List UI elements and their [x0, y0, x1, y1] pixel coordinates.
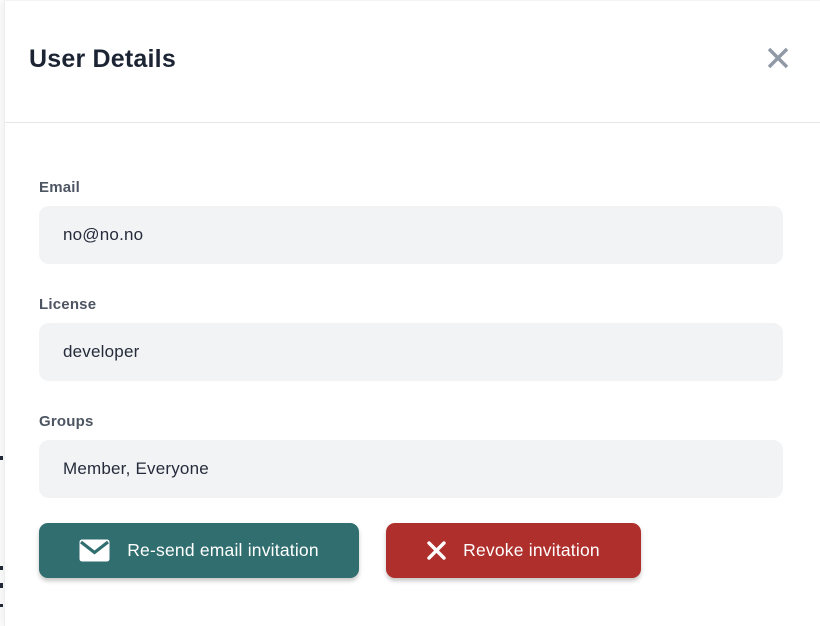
x-icon — [427, 541, 446, 560]
license-field[interactable]: developer — [39, 323, 783, 381]
modal-body: Email no@no.no License developer Groups … — [5, 123, 820, 578]
modal-header: User Details — [5, 1, 820, 123]
groups-field-group: Groups Member, Everyone — [39, 413, 786, 498]
groups-field[interactable]: Member, Everyone — [39, 440, 783, 498]
background-text-fragment — [0, 604, 3, 607]
email-field[interactable]: no@no.no — [39, 206, 783, 264]
close-button[interactable] — [764, 44, 792, 72]
user-details-modal: User Details Email no@no.no License deve… — [4, 0, 820, 626]
license-field-group: License developer — [39, 296, 786, 381]
email-label: Email — [39, 179, 786, 196]
groups-label: Groups — [39, 413, 786, 430]
envelope-icon — [79, 539, 110, 562]
email-field-group: Email no@no.no — [39, 179, 786, 264]
action-button-row: Re-send email invitation Revoke invitati… — [39, 523, 786, 578]
resend-invitation-button[interactable]: Re-send email invitation — [39, 523, 359, 578]
background-text-fragment — [0, 566, 3, 570]
modal-title: User Details — [29, 45, 176, 74]
resend-invitation-label: Re-send email invitation — [127, 540, 319, 561]
background-text-fragment — [0, 456, 3, 460]
close-icon — [765, 45, 791, 71]
background-text-fragment — [0, 583, 3, 588]
license-label: License — [39, 296, 786, 313]
revoke-invitation-button[interactable]: Revoke invitation — [386, 523, 641, 578]
revoke-invitation-label: Revoke invitation — [463, 540, 600, 561]
